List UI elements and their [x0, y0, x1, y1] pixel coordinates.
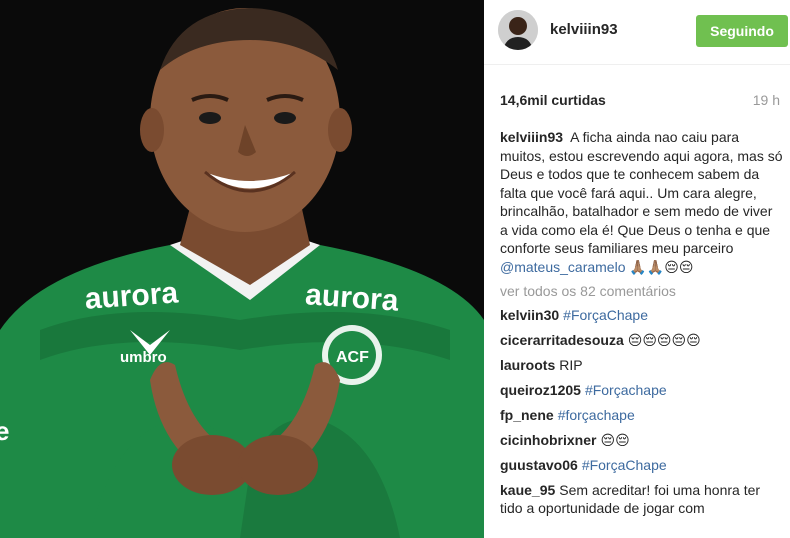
comment-username[interactable]: kaue_95: [500, 482, 555, 498]
jersey-sponsor-left: aurora: [84, 276, 180, 315]
comment-item: kelviin30 #ForçaChape: [500, 306, 784, 325]
likes-count[interactable]: 14,6mil curtidas: [500, 92, 606, 108]
comment-text: 😔😔😔😔😔: [627, 331, 701, 348]
post-header: kelviiin93 Seguindo: [484, 0, 790, 65]
header-username[interactable]: kelviiin93: [550, 21, 618, 38]
comment-hashtag[interactable]: #ForçaChape: [563, 307, 648, 323]
comment-item: fp_nene #forçachape: [500, 406, 784, 425]
comment-item: kaue_95 Sem acreditar! foi uma honra ter …: [500, 481, 784, 518]
caption-text: A ficha ainda nao caiu para muitos, esto…: [500, 129, 783, 256]
caption-username[interactable]: kelviiin93: [500, 129, 563, 145]
crest-label: ACF: [336, 349, 369, 366]
post-timestamp[interactable]: 19 h: [753, 92, 780, 108]
comment-item: cicerarritadesouza 😔😔😔😔😔: [500, 331, 784, 350]
comment-item: queiroz1205 #Forçachape: [500, 381, 784, 400]
comment-username[interactable]: fp_nene: [500, 407, 554, 423]
jersey-sponsor-right: aurora: [304, 278, 400, 317]
view-all-comments-link[interactable]: ver todos os 82 comentários: [500, 282, 784, 301]
comment-username[interactable]: cicerarritadesouza: [500, 332, 624, 348]
comment-username[interactable]: queiroz1205: [500, 382, 581, 398]
comment-text: RIP: [559, 356, 583, 373]
post-photo[interactable]: aurora aurora umbro ACF e: [0, 0, 484, 538]
comment-item: guustavo06 #ForçaChape: [500, 456, 784, 475]
avatar[interactable]: [498, 10, 538, 50]
post-stats: 14,6mil curtidas 19 h: [500, 92, 780, 112]
comment-item: cicinhobrixner 😔😔: [500, 431, 784, 450]
caption-emoji: 🙏🏽🙏🏽😔😔: [629, 258, 694, 275]
jersey-maker-label: umbro: [120, 349, 167, 366]
comment-text: 😔😔: [600, 431, 630, 448]
comment-username[interactable]: cicinhobrixner: [500, 432, 596, 448]
comment-username[interactable]: kelviin30: [500, 307, 559, 323]
comment-username[interactable]: lauroots: [500, 357, 555, 373]
comment-hashtag[interactable]: #Forçachape: [585, 382, 667, 398]
comment-hashtag[interactable]: #ForçaChape: [582, 457, 667, 473]
comments-list: kelviiin93 A ficha ainda nao caiu para m…: [500, 128, 784, 524]
following-button[interactable]: Seguindo: [696, 15, 788, 47]
avatar-image: [498, 10, 538, 50]
comment-username[interactable]: guustavo06: [500, 457, 578, 473]
comment-item: lauroots RIP: [500, 356, 784, 375]
post-caption: kelviiin93 A ficha ainda nao caiu para m…: [500, 128, 784, 276]
player-illustration: aurora aurora umbro ACF e: [0, 0, 484, 538]
post-details-panel: kelviiin93 Seguindo 14,6mil curtidas 19 …: [484, 0, 790, 538]
caption-mention[interactable]: @mateus_caramelo: [500, 259, 626, 275]
comment-hashtag[interactable]: #forçachape: [558, 407, 635, 423]
svg-text:e: e: [0, 416, 9, 446]
